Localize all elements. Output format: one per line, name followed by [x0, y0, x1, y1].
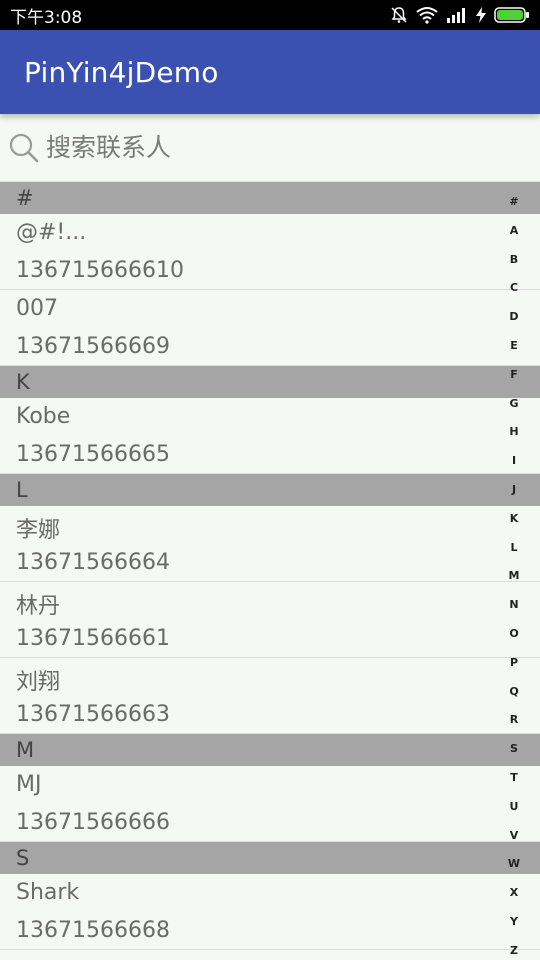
status-bar: 下午3:08: [0, 0, 540, 30]
index-letter[interactable]: D: [509, 311, 518, 322]
contact-name: 刘翔: [16, 670, 61, 695]
wifi-icon: [416, 7, 438, 24]
index-letter[interactable]: A: [510, 225, 519, 236]
index-letter[interactable]: B: [510, 254, 518, 265]
contact-phone: 13671566668: [16, 918, 170, 943]
search-icon: [9, 133, 39, 162]
contact-phone: 13671566669: [16, 334, 170, 359]
index-letter[interactable]: U: [510, 801, 519, 812]
app-bar: PinYin4jDemo: [0, 30, 540, 114]
contact-phone: 13671566665: [16, 442, 170, 467]
contact-item[interactable]: 刘翔 13671566663: [0, 658, 540, 734]
index-letter[interactable]: K: [510, 513, 519, 524]
index-letter[interactable]: Z: [510, 945, 518, 956]
index-letter[interactable]: X: [510, 887, 518, 898]
contact-name: 林丹: [16, 594, 61, 619]
section-header-m: M: [0, 734, 540, 766]
index-letter[interactable]: Y: [510, 916, 518, 927]
contact-name: @#!...: [16, 220, 87, 245]
index-letter[interactable]: W: [508, 858, 520, 869]
status-icons: [390, 6, 530, 24]
section-header-hash: #: [0, 182, 540, 214]
contact-phone: 13671566664: [16, 550, 170, 575]
contact-name: 007: [16, 296, 58, 321]
section-header-k: K: [0, 366, 540, 398]
battery-icon: [494, 7, 529, 23]
index-letter[interactable]: C: [510, 282, 518, 293]
contact-name: 李娜: [16, 518, 61, 543]
section-header-s: S: [0, 842, 540, 874]
contact-item[interactable]: Shark 13671566668: [0, 874, 540, 950]
search-bar[interactable]: [0, 114, 540, 182]
contact-item[interactable]: 林丹 13671566661: [0, 582, 540, 658]
app-title: PinYin4jDemo: [24, 55, 219, 89]
section-header-l: L: [0, 474, 540, 506]
contact-item[interactable]: 007 13671566669: [0, 290, 540, 366]
search-input[interactable]: [46, 133, 506, 162]
contact-list: # @#!... 136715666610 007 13671566669 K …: [0, 182, 540, 950]
contact-phone: 13671566666: [16, 810, 170, 835]
index-letter[interactable]: I: [512, 455, 516, 466]
index-letter[interactable]: Q: [509, 686, 518, 697]
status-time: 下午3:08: [10, 7, 83, 28]
contact-name: Shark: [16, 880, 80, 905]
index-letter[interactable]: R: [510, 714, 518, 725]
index-letter[interactable]: H: [509, 426, 518, 437]
index-letter[interactable]: T: [510, 772, 518, 783]
index-letter[interactable]: J: [512, 484, 516, 495]
charging-icon: [476, 7, 486, 23]
index-letter[interactable]: V: [510, 830, 519, 841]
index-letter[interactable]: #: [509, 196, 518, 207]
index-letter[interactable]: P: [510, 657, 518, 668]
contact-phone: 136715666610: [16, 258, 184, 283]
contact-item[interactable]: 李娜 13671566664: [0, 506, 540, 582]
index-letter[interactable]: N: [509, 599, 518, 610]
index-letter[interactable]: S: [510, 743, 518, 754]
index-letter[interactable]: L: [510, 542, 517, 553]
mute-icon: [391, 7, 407, 23]
contact-name: Kobe: [16, 404, 71, 429]
index-letter[interactable]: O: [509, 628, 518, 639]
alphabet-index-bar[interactable]: # A B C D E F G H I J K L M N O P Q R S T U V W X Y Z: [500, 196, 528, 956]
contact-item[interactable]: MJ 13671566666: [0, 766, 540, 842]
index-letter[interactable]: E: [510, 340, 518, 351]
signal-icon: [447, 8, 465, 23]
contact-item[interactable]: @#!... 136715666610: [0, 214, 540, 290]
contact-phone: 13671566661: [16, 626, 170, 651]
index-letter[interactable]: F: [510, 369, 518, 380]
index-letter[interactable]: M: [509, 570, 520, 581]
contact-item[interactable]: Kobe 13671566665: [0, 398, 540, 474]
contact-phone: 13671566663: [16, 702, 170, 727]
index-letter[interactable]: G: [509, 398, 518, 409]
contact-name: MJ: [16, 772, 42, 797]
